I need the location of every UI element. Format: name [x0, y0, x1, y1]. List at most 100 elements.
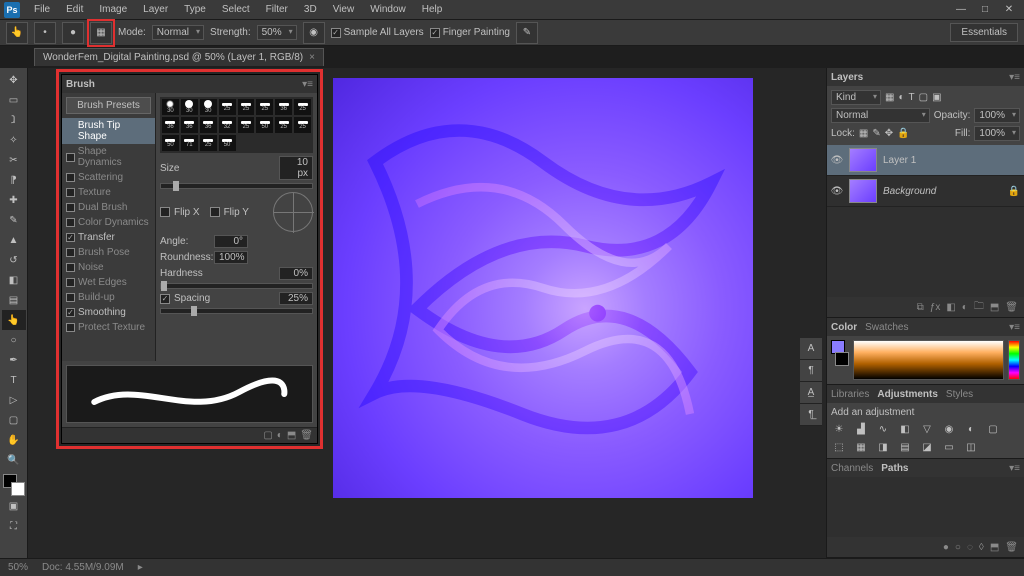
menu-edit[interactable]: Edit — [58, 2, 91, 17]
lock-pixel-icon[interactable]: ✎ — [872, 128, 880, 139]
posterize-icon[interactable]: ▤ — [897, 440, 913, 454]
flipy-check[interactable] — [210, 207, 220, 217]
layer-name[interactable]: Layer 1 — [883, 155, 916, 166]
menu-window[interactable]: Window — [362, 2, 414, 17]
flipx-check[interactable] — [160, 207, 170, 217]
delete-layer-icon[interactable]: 🗑 — [1005, 302, 1018, 313]
menu-3d[interactable]: 3D — [296, 2, 325, 17]
hardness-slider[interactable] — [160, 283, 313, 289]
styles-tab[interactable]: Styles — [946, 389, 973, 400]
wand-tool-icon[interactable]: ✧ — [2, 130, 26, 150]
brush-tip[interactable]: 25 — [238, 99, 255, 115]
color-fgbg[interactable] — [831, 340, 849, 366]
filter-type-icon[interactable]: T — [909, 92, 915, 103]
filter-smart-icon[interactable]: ▣ — [932, 92, 941, 103]
angle-value[interactable]: 0° — [214, 235, 248, 248]
brush-option-color-dynamics[interactable]: Color Dynamics — [62, 215, 155, 230]
checkbox-icon[interactable]: ✓ — [66, 308, 75, 317]
doc-size[interactable]: Doc: 4.55M/9.09M — [42, 562, 124, 573]
brush-option-texture[interactable]: Texture — [62, 185, 155, 200]
angle-control[interactable] — [273, 192, 313, 232]
shape-tool-icon[interactable]: ▢ — [2, 410, 26, 430]
document-tab[interactable]: WonderFem_Digital Painting.psd @ 50% (La… — [34, 48, 324, 66]
threshold-icon[interactable]: ◪ — [919, 440, 935, 454]
screenmode-icon[interactable]: ⛶ — [2, 516, 26, 536]
brush-panel-toggle-icon[interactable]: ▦ — [90, 22, 112, 44]
paragraph-panel-icon[interactable]: ¶ — [800, 360, 822, 382]
path-to-sel-icon[interactable]: ◌ — [967, 542, 973, 553]
brush-presets-button[interactable]: Brush Presets — [66, 97, 151, 114]
canvas-area[interactable]: Brush ▾≡ Brush Presets Brush Tip ShapeSh… — [28, 68, 826, 558]
layer-fx-icon[interactable]: ƒx — [930, 302, 941, 313]
brush-tip[interactable]: 25 — [275, 117, 292, 133]
fill-value[interactable]: 100% — [974, 126, 1020, 141]
sample-all-layers-check[interactable]: ✓Sample All Layers — [331, 27, 424, 38]
filter-adjust-icon[interactable]: ◐ — [898, 92, 904, 103]
libraries-tab[interactable]: Libraries — [831, 389, 869, 400]
checkbox-icon[interactable]: ✓ — [66, 233, 75, 242]
visibility-icon[interactable]: 👁 — [831, 185, 843, 197]
lock-trans-icon[interactable]: ▦ — [859, 128, 868, 139]
brush-tip[interactable]: 71 — [181, 135, 198, 151]
size-value[interactable]: 10 px — [279, 156, 313, 180]
layers-tab[interactable]: Layers — [831, 72, 863, 83]
create-brush-icon[interactable]: ⬒ — [287, 430, 296, 441]
checkbox-icon[interactable] — [66, 323, 75, 332]
swatches-tab[interactable]: Swatches — [865, 322, 908, 333]
checkbox-icon[interactable] — [66, 188, 75, 197]
paths-tab[interactable]: Paths — [881, 463, 908, 474]
brush-option-build-up[interactable]: Build-up — [62, 290, 155, 305]
layer-row[interactable]: 👁Layer 1 — [827, 145, 1024, 176]
brush-panel-tab[interactable]: Brush — [66, 79, 95, 90]
glyph-panel-icon[interactable]: A̲ — [800, 382, 822, 404]
menu-file[interactable]: File — [26, 2, 58, 17]
delete-path-icon[interactable]: 🗑 — [1005, 542, 1018, 553]
menu-image[interactable]: Image — [91, 2, 135, 17]
selective-color-icon[interactable]: ◫ — [963, 440, 979, 454]
brush-tip[interactable]: 32 — [219, 117, 236, 133]
minimize-icon[interactable]: — — [950, 3, 972, 17]
group-icon[interactable]: 🗀 — [974, 299, 984, 316]
eyedropper-tool-icon[interactable]: ⁋ — [2, 170, 26, 190]
checkbox-icon[interactable] — [66, 263, 75, 272]
brush-tip-grid[interactable]: 3030302525253625363636322550252550712550 — [160, 97, 313, 153]
exposure-icon[interactable]: ◧ — [897, 422, 913, 436]
new-path-icon[interactable]: ⬒ — [990, 542, 999, 553]
workspace-switcher[interactable]: Essentials — [950, 23, 1018, 42]
lasso-tool-icon[interactable]: ⱹ — [2, 110, 26, 130]
character-panel-icon[interactable]: A — [800, 338, 822, 360]
dodge-tool-icon[interactable]: ○ — [2, 330, 26, 350]
brush-option-noise[interactable]: Noise — [62, 260, 155, 275]
move-tool-icon[interactable]: ✥ — [2, 70, 26, 90]
checkbox-icon[interactable] — [66, 203, 75, 212]
marquee-tool-icon[interactable]: ▭ — [2, 90, 26, 110]
fill-path-icon[interactable]: ● — [943, 542, 949, 553]
brush-tip[interactable]: 25 — [200, 135, 217, 151]
bw-icon[interactable]: ◐ — [963, 422, 979, 436]
pressure-icon[interactable]: ◉ — [303, 22, 325, 44]
brush-size-med-icon[interactable]: ● — [62, 22, 84, 44]
brush-option-scattering[interactable]: Scattering — [62, 170, 155, 185]
brush-option-brush-tip-shape[interactable]: Brush Tip Shape — [62, 118, 155, 144]
brush-tool-icon[interactable]: ✎ — [2, 210, 26, 230]
channel-mixer-icon[interactable]: ⬚ — [831, 440, 847, 454]
glyph2-panel-icon[interactable]: ¶̲ — [800, 404, 822, 426]
menu-layer[interactable]: Layer — [135, 2, 176, 17]
brush-tip[interactable]: 50 — [219, 135, 236, 151]
opacity-value[interactable]: 100% — [974, 108, 1020, 123]
brush-tip[interactable]: 30 — [181, 99, 198, 115]
color-lookup-icon[interactable]: ▦ — [853, 440, 869, 454]
channels-tab[interactable]: Channels — [831, 463, 873, 474]
menu-type[interactable]: Type — [176, 2, 214, 17]
crop-tool-icon[interactable]: ✂ — [2, 150, 26, 170]
brightness-icon[interactable]: ☀ — [831, 422, 847, 436]
brush-tip[interactable]: 25 — [294, 117, 311, 133]
maximize-icon[interactable]: □ — [974, 3, 996, 17]
panel-menu-icon[interactable]: ▾≡ — [1009, 322, 1020, 333]
vibrance-icon[interactable]: ▽ — [919, 422, 935, 436]
brush-tip[interactable]: 36 — [200, 117, 217, 133]
blend-mode-select[interactable]: Normal — [831, 108, 930, 123]
zoom-tool-icon[interactable]: 🔍 — [2, 450, 26, 470]
brush-option-smoothing[interactable]: ✓Smoothing — [62, 305, 155, 320]
stroke-path-icon[interactable]: ○ — [955, 542, 961, 553]
